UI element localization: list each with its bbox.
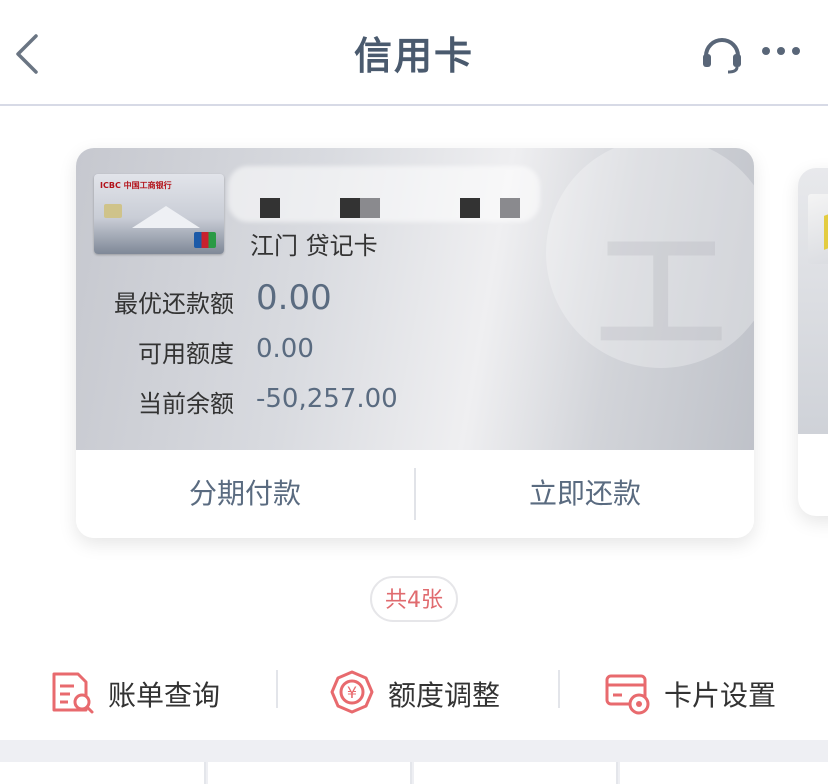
next-section-band xyxy=(0,740,828,784)
mask-block xyxy=(360,198,380,218)
next-section-cell xyxy=(0,762,206,784)
best-repayment-value: 0.00 xyxy=(256,278,332,318)
card-actions: 分期付款 立即还款 xyxy=(76,450,754,538)
limit-adjust-icon: ¥ xyxy=(330,670,374,714)
current-balance-value: -50,257.00 xyxy=(256,384,398,414)
svg-text:¥: ¥ xyxy=(347,683,357,702)
available-limit-value: 0.00 xyxy=(256,334,314,364)
chevron-left-icon xyxy=(16,34,38,74)
card-image: ICBC 中国工商银行 xyxy=(94,174,224,254)
credit-card-panel[interactable]: 工 ICBC 中国工商银行 江门 贷记卡 最优还款额 0.00 可用额度 0.0… xyxy=(76,148,754,538)
next-card-image xyxy=(808,194,828,264)
next-card-stripe xyxy=(824,212,828,250)
limit-adjust-button[interactable]: ¥ 额度调整 xyxy=(328,664,508,720)
mask-block xyxy=(500,198,520,218)
card-settings-icon xyxy=(605,674,650,715)
next-card-summary xyxy=(798,168,828,434)
card-chip xyxy=(104,204,122,218)
function-divider xyxy=(558,670,560,708)
next-section-cell xyxy=(208,762,412,784)
bank-watermark: 工 xyxy=(596,217,727,369)
next-section-cell xyxy=(620,762,828,784)
card-summary: 工 ICBC 中国工商银行 江门 贷记卡 最优还款额 0.00 可用额度 0.0… xyxy=(76,148,754,450)
card-settings-button[interactable]: 卡片设置 xyxy=(604,664,784,720)
headset-icon xyxy=(703,38,741,74)
available-limit-label: 可用额度 xyxy=(138,340,234,368)
bill-query-label: 账单查询 xyxy=(108,679,221,712)
customer-service-button[interactable] xyxy=(700,34,744,74)
next-card-peek[interactable] xyxy=(798,168,828,516)
card-type-label: 江门 贷记卡 xyxy=(250,232,378,260)
current-balance-label: 当前余额 xyxy=(138,390,234,418)
mask-block xyxy=(340,198,360,218)
card-mountain-art xyxy=(132,206,200,228)
best-repayment-label: 最优还款额 xyxy=(114,290,234,318)
jcb-logo-icon xyxy=(194,232,216,248)
next-section-cell xyxy=(414,762,618,784)
function-menu: 账单查询 ¥ 额度调整 卡片设置 xyxy=(0,646,828,738)
card-image-bank-name: ICBC 中国工商银行 xyxy=(100,181,172,190)
mask-block xyxy=(260,198,280,218)
card-settings-label: 卡片设置 xyxy=(664,679,777,712)
mask-block xyxy=(460,198,480,218)
card-count-badge: 共4张 xyxy=(370,576,458,622)
limit-adjust-label: 额度调整 xyxy=(388,679,501,712)
bill-query-button[interactable]: 账单查询 xyxy=(48,664,228,720)
more-dots-icon xyxy=(762,47,800,55)
top-nav-bar: 信用卡 xyxy=(0,0,828,106)
bill-query-icon xyxy=(52,672,94,714)
function-divider xyxy=(276,670,278,708)
more-options-button[interactable] xyxy=(760,40,802,62)
repay-now-button[interactable]: 立即还款 xyxy=(416,450,754,538)
back-button[interactable] xyxy=(10,30,42,78)
installment-button[interactable]: 分期付款 xyxy=(76,450,414,538)
card-carousel[interactable]: 工 ICBC 中国工商银行 江门 贷记卡 最优还款额 0.00 可用额度 0.0… xyxy=(0,106,828,566)
